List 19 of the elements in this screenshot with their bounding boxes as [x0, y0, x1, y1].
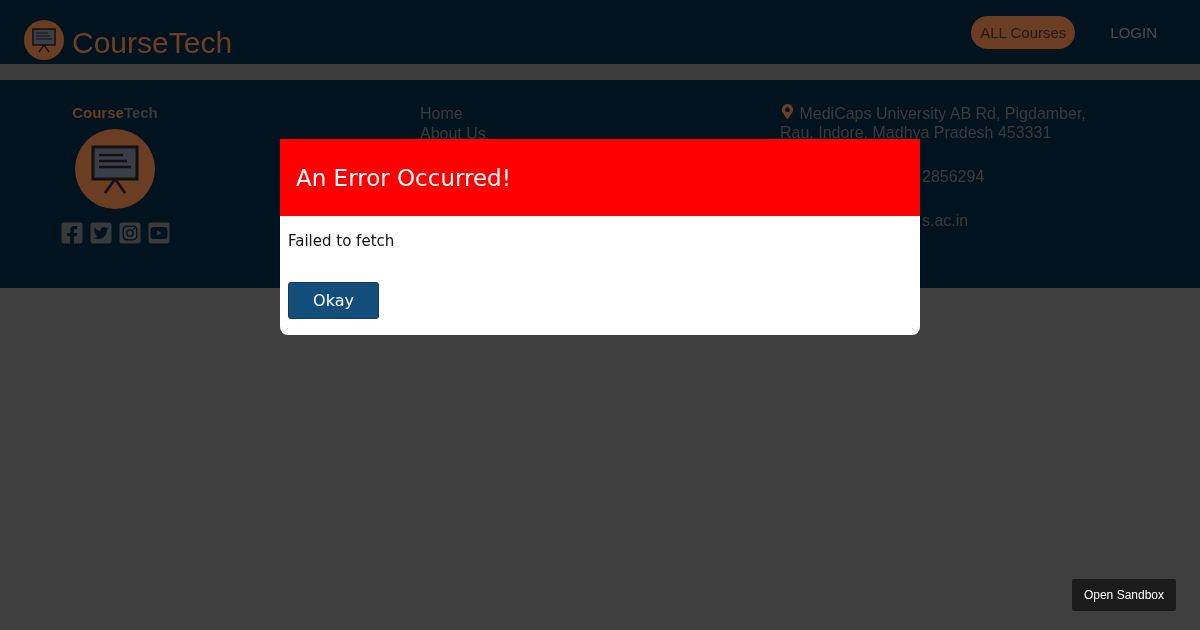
dialog-title: An Error Occurred!	[280, 139, 920, 216]
open-sandbox-button[interactable]: Open Sandbox	[1071, 579, 1176, 611]
presentation-board-logo-icon	[24, 20, 64, 60]
nav-link[interactable]: ALL Courses	[971, 15, 1076, 49]
error-message: Failed to fetch	[288, 232, 396, 250]
footer-brand: CourseTech	[72, 104, 158, 121]
youtube-icon[interactable]	[146, 221, 171, 245]
address-text: MediCaps University AB Rd, Pigdamber, Rau, Indore, Madhya Pradesh 453331	[780, 104, 1087, 142]
presentation-board-icon	[75, 129, 155, 209]
footer-link[interactable]: Home	[420, 104, 590, 124]
phone-text: 2856294	[921, 168, 986, 186]
email-text: s.ac.in	[921, 212, 970, 230]
nav-link[interactable]: LOGIN	[1101, 15, 1166, 49]
instagram-icon[interactable]	[117, 221, 142, 245]
location-pin-icon	[780, 104, 795, 119]
twitter-icon[interactable]	[88, 221, 113, 245]
brand-name[interactable]: CourseTech	[72, 26, 233, 60]
facebook-icon[interactable]	[59, 221, 84, 245]
okay-button[interactable]: Okay	[288, 282, 379, 319]
